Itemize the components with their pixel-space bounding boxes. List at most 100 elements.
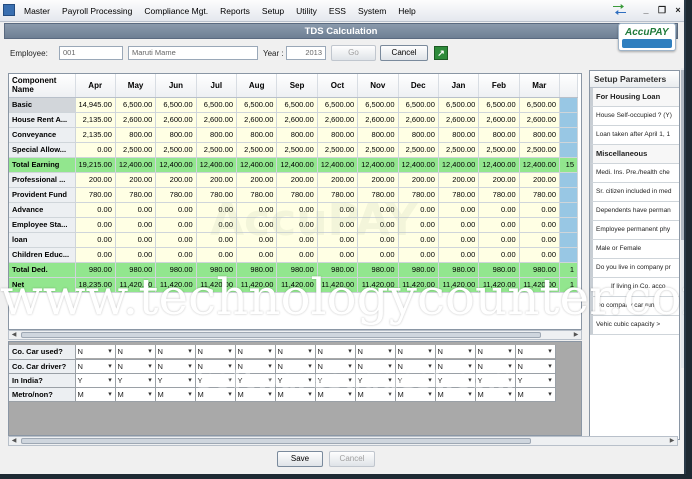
month-header-sep[interactable]: Sep [276,74,318,98]
grid-cell[interactable]: 0.00 [438,232,480,248]
scroll-thumb[interactable] [21,332,541,338]
grid-cell[interactable]: 0.00 [519,232,561,248]
option-dropdown[interactable]: N [315,359,355,373]
option-dropdown[interactable]: Y [355,373,395,387]
month-header-jul[interactable]: Jul [196,74,238,98]
grid-cell[interactable]: 2,600.00 [196,112,238,128]
restore-button[interactable]: ❐ [654,3,670,17]
grid-cell[interactable]: 0.00 [115,232,157,248]
row-header[interactable]: Provident Fund [9,187,76,203]
month-header-nov[interactable]: Nov [357,74,399,98]
month-header-jan[interactable]: Jan [438,74,480,98]
parameter-item[interactable]: Vehic cubic capacity > [590,316,679,335]
menu-system[interactable]: System [358,0,394,22]
page-scroll-right-icon[interactable]: ▶ [667,437,677,445]
grid-cell[interactable]: 11,420.00 [196,277,238,293]
grid-cell[interactable]: 200.00 [196,172,238,188]
grid-cell[interactable]: 0.00 [317,247,359,263]
grid-cell[interactable]: 200.00 [276,172,318,188]
grid-cell[interactable]: 800.00 [115,127,157,143]
grid-cell[interactable]: 0.00 [357,217,399,233]
grid-cell[interactable]: 780.00 [519,187,561,203]
option-dropdown[interactable]: N [195,359,235,373]
grid-cell[interactable]: 2,135.00 [75,112,116,128]
extra-cell[interactable]: 1 [559,262,578,278]
extra-cell[interactable] [559,142,578,158]
row-header[interactable]: Advance [9,202,76,218]
grid-cell[interactable]: 0.00 [115,217,157,233]
grid-cell[interactable]: 12,400.00 [196,157,238,173]
month-header-apr[interactable]: Apr [75,74,116,98]
option-dropdown[interactable]: Y [395,373,435,387]
row-header[interactable]: Net [9,277,76,293]
save-button[interactable]: Save [277,451,323,467]
grid-cell[interactable]: 780.00 [115,187,157,203]
grid-cell[interactable]: 11,420.00 [357,277,399,293]
grid-cell[interactable]: 200.00 [236,172,278,188]
page-horizontal-scrollbar[interactable]: ◀ ▶ [8,436,678,446]
option-dropdown[interactable]: Y [235,373,275,387]
parameter-item[interactable]: Medi. Ins. Pre./health che [590,164,679,183]
extra-cell[interactable]: 1 [559,277,578,293]
grid-cell[interactable]: 0.00 [236,247,278,263]
row-header[interactable]: loan [9,232,76,248]
grid-cell[interactable]: 0.00 [438,247,480,263]
grid-cell[interactable]: 0.00 [357,247,399,263]
month-header-feb[interactable]: Feb [478,74,520,98]
grid-cell[interactable]: 11,420.00 [317,277,359,293]
option-dropdown[interactable]: Y [435,373,475,387]
option-dropdown[interactable]: M [315,387,355,401]
grid-cell[interactable]: 980.00 [236,262,278,278]
grid-cell[interactable]: 0.00 [276,232,318,248]
grid-cell[interactable]: 12,400.00 [398,157,439,173]
grid-cell[interactable]: 6,500.00 [519,97,561,113]
option-dropdown[interactable]: Y [475,373,515,387]
grid-cell[interactable]: 2,500.00 [196,142,238,158]
grid-cell[interactable]: 800.00 [236,127,278,143]
grid-cell[interactable]: 0.00 [478,202,520,218]
row-header[interactable]: Children Educ... [9,247,76,263]
grid-cell[interactable]: 980.00 [357,262,399,278]
grid-cell[interactable]: 6,500.00 [478,97,520,113]
grid-cell[interactable]: 2,500.00 [519,142,561,158]
grid-cell[interactable]: 11,420.00 [438,277,480,293]
grid-cell[interactable]: 12,400.00 [478,157,520,173]
grid-cell[interactable]: 200.00 [155,172,197,188]
option-dropdown[interactable]: M [75,387,115,401]
option-dropdown[interactable]: N [435,359,475,373]
grid-cell[interactable]: 0.00 [519,247,561,263]
parameter-item[interactable]: Do you live in company pr [590,259,679,278]
grid-cell[interactable]: 800.00 [438,127,480,143]
parameter-item[interactable]: Do company car runni [590,297,679,316]
employee-name-input[interactable]: Maruti Mame [128,46,258,60]
year-input[interactable]: 2013 [286,46,326,60]
month-header-aug[interactable]: Aug [236,74,278,98]
option-dropdown[interactable]: N [115,359,155,373]
option-dropdown[interactable]: N [355,359,395,373]
grid-cell[interactable]: 11,420.00 [519,277,561,293]
grid-cell[interactable]: 2,600.00 [276,112,318,128]
grid-cell[interactable]: 980.00 [519,262,561,278]
row-header[interactable]: Professional ... [9,172,76,188]
grid-cell[interactable]: 0.00 [438,202,480,218]
grid-cell[interactable]: 2,600.00 [317,112,359,128]
option-dropdown[interactable]: M [515,387,555,401]
grid-cell[interactable]: 0.00 [398,247,439,263]
grid-cell[interactable]: 0.00 [155,232,197,248]
scroll-right-icon[interactable]: ▶ [571,331,581,339]
grid-cell[interactable]: 780.00 [317,187,359,203]
grid-cell[interactable]: 0.00 [398,217,439,233]
menu-compliance-mgt[interactable]: Compliance Mgt. [144,0,216,22]
option-dropdown[interactable]: N [395,345,435,359]
page-scroll-left-icon[interactable]: ◀ [9,437,19,445]
grid-cell[interactable]: 6,500.00 [236,97,278,113]
option-dropdown[interactable]: N [235,359,275,373]
month-header-may[interactable]: May [115,74,157,98]
option-dropdown[interactable]: Y [275,373,315,387]
option-dropdown[interactable]: M [475,387,515,401]
grid-cell[interactable]: 980.00 [398,262,439,278]
grid-cell[interactable]: 0.00 [196,247,238,263]
grid-cell[interactable]: 12,400.00 [317,157,359,173]
grid-cell[interactable]: 0.00 [519,202,561,218]
grid-cell[interactable]: 0.00 [398,202,439,218]
